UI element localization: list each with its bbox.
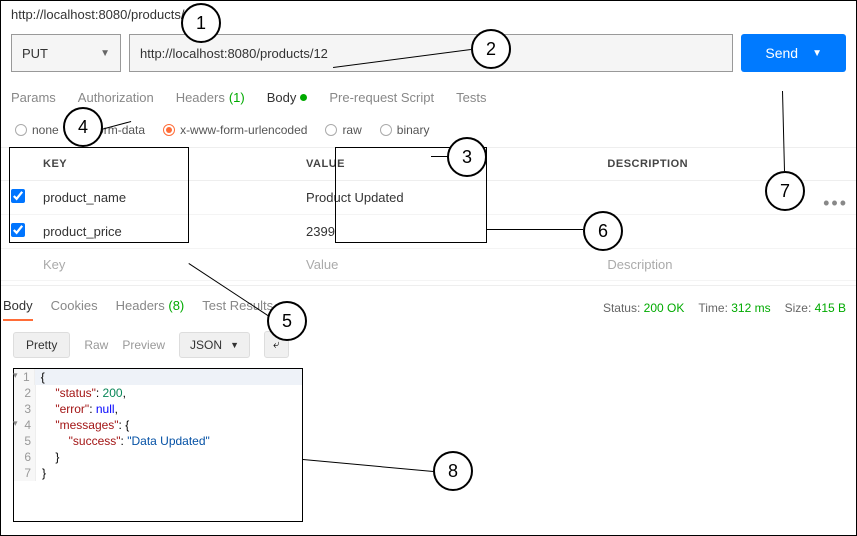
chevron-down-icon: ▼ [100,48,110,59]
request-row: PUT ▼ http://localhost:8080/products/12 … [1,28,856,84]
size-value: 415 B [815,301,846,315]
send-label: Send [765,45,798,61]
resp-tab-tests[interactable]: Test Results [202,294,273,321]
request-url-input[interactable]: http://localhost:8080/products/12 [129,34,733,72]
response-code: 1{ 2 "status": 200, 3 "error": null, 4 "… [13,368,303,522]
view-raw-button[interactable]: Raw [84,338,108,352]
radio-icon [163,124,175,136]
radio-icon [15,124,27,136]
tab-params[interactable]: Params [11,90,56,113]
wrap-lines-icon[interactable]: ⤶ [264,331,289,358]
radio-icon [380,124,392,136]
status-value: 200 OK [644,301,685,315]
request-tabs: Params Authorization Headers (1) Body Pr… [1,84,856,113]
row-enable-checkbox[interactable] [11,189,25,203]
radio-icon [77,124,89,136]
table-row[interactable]: Key Value Description [1,249,856,281]
table-row[interactable]: product_price 2399 [1,215,856,249]
tab-tests[interactable]: Tests [456,90,486,113]
method-value: PUT [22,46,48,61]
body-kv-table: KEY VALUE DESCRIPTION product_name Produ… [1,147,856,281]
radio-form-data[interactable]: form-data [77,123,145,137]
key-placeholder[interactable]: Key [35,249,298,281]
time-value: 312 ms [731,301,770,315]
col-key: KEY [35,148,298,181]
value-cell[interactable]: Product Updated [298,181,599,215]
tab-prerequest[interactable]: Pre-request Script [329,90,434,113]
tab-headers[interactable]: Headers (1) [176,90,245,113]
tab-url: http://localhost:8080/products/12 [1,1,856,28]
radio-icon [325,124,337,136]
response-tabs: Body Cookies Headers (8) Test Results [3,294,273,321]
modified-dot-icon [300,94,307,101]
send-button[interactable]: Send ▼ [741,34,846,72]
tab-authorization[interactable]: Authorization [78,90,154,113]
desc-placeholder[interactable]: Description [599,249,856,281]
col-value: VALUE [298,148,599,181]
radio-binary[interactable]: binary [380,123,430,137]
tab-headers-label: Headers [176,90,225,105]
http-method-select[interactable]: PUT ▼ [11,34,121,72]
response-bar: Body Cookies Headers (8) Test Results St… [1,285,856,321]
tab-body-label: Body [267,90,297,105]
chevron-down-icon: ▼ [812,48,822,59]
callout-8: 8 [433,451,473,491]
desc-cell[interactable] [599,181,856,215]
body-type-radios: none form-data x-www-form-urlencoded raw… [1,113,856,147]
resp-tab-body[interactable]: Body [3,294,33,321]
radio-raw[interactable]: raw [325,123,361,137]
view-preview-button[interactable]: Preview [122,338,165,352]
format-select[interactable]: JSON ▼ [179,332,250,358]
value-placeholder[interactable]: Value [298,249,599,281]
row-enable-checkbox[interactable] [11,223,25,237]
response-toolbar: Pretty Raw Preview JSON ▼ ⤶ [1,321,856,368]
more-icon[interactable]: ••• [823,193,848,214]
value-cell[interactable]: 2399 [298,215,599,249]
desc-cell[interactable] [599,215,856,249]
table-row[interactable]: product_name Product Updated [1,181,856,215]
view-pretty-button[interactable]: Pretty [13,332,70,358]
col-desc: DESCRIPTION [599,148,856,181]
radio-urlencoded[interactable]: x-www-form-urlencoded [163,123,307,137]
radio-none[interactable]: none [15,123,59,137]
tab-headers-count: (1) [229,90,245,105]
tab-body[interactable]: Body [267,90,308,113]
resp-tab-cookies[interactable]: Cookies [51,294,98,321]
resp-tab-headers[interactable]: Headers (8) [116,294,185,321]
response-meta: Status: 200 OK Time: 312 ms Size: 415 B [603,301,846,315]
key-cell[interactable]: product_price [35,215,298,249]
url-value: http://localhost:8080/products/12 [140,46,328,61]
chevron-down-icon: ▼ [230,340,239,350]
key-cell[interactable]: product_name [35,181,298,215]
